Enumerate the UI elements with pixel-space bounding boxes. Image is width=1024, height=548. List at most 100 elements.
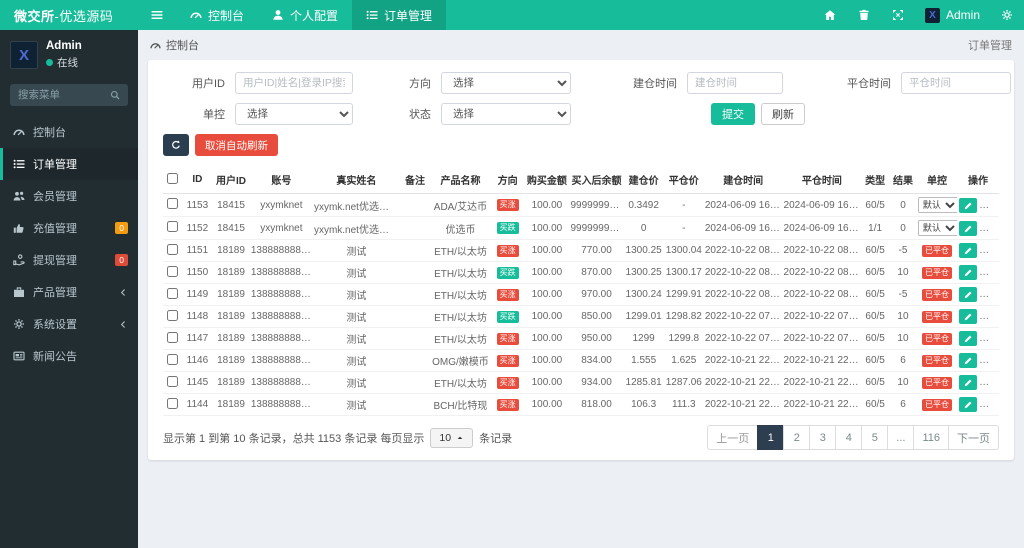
row-checkbox[interactable] <box>167 331 179 343</box>
user-menu[interactable]: X Admin <box>915 0 990 30</box>
edit-button[interactable] <box>959 265 978 280</box>
cell-close_price: 1298.82 <box>663 305 704 328</box>
cell-balance: 818.00 <box>569 393 624 416</box>
cell-result: 10 <box>889 261 917 284</box>
sidebar-item-withdraw[interactable]: 提现管理 0 <box>0 244 138 276</box>
edit-button[interactable] <box>959 220 978 236</box>
page-2[interactable]: 2 <box>783 425 811 450</box>
row-checkbox[interactable] <box>167 221 179 232</box>
clear-cache-button[interactable] <box>847 0 881 30</box>
direction-select[interactable]: 选择 <box>441 72 571 94</box>
status-badge: 已平仓 <box>922 310 952 323</box>
cell-account: yxymknet <box>249 216 313 240</box>
cell-amount: 100.00 <box>524 327 570 350</box>
brand-title[interactable]: 微交所-优选源码 <box>0 6 138 25</box>
cell-amount: 100.00 <box>524 305 570 328</box>
table-row: 1153 18415 yxymknet yxymk.net优选源码 ADA/艾达币 买涨 1… <box>163 193 999 217</box>
sidebar-toggle-button[interactable] <box>138 0 176 30</box>
cell-real_name: 测试 <box>312 283 400 306</box>
fullscreen-button[interactable] <box>881 0 915 30</box>
cell-id: 1153 <box>182 193 213 217</box>
submit-button[interactable]: 提交 <box>711 103 755 125</box>
col-open_time: 建仓时间 <box>703 166 783 194</box>
sidebar-item-orders[interactable]: 订单管理 <box>0 148 138 180</box>
select-all-checkbox[interactable] <box>167 172 179 184</box>
page-next[interactable]: 下一页 <box>948 425 999 450</box>
home-button[interactable] <box>813 0 847 30</box>
cell-actions <box>957 371 999 394</box>
menu-search-input[interactable] <box>18 89 110 101</box>
edit-button[interactable] <box>959 287 978 302</box>
table-row: 1151 18189 13888888888 测试 ETH/以太坊 买涨 100.00 770… <box>163 239 999 262</box>
cell-account: 13888888888 <box>249 283 313 306</box>
edit-button[interactable] <box>959 309 978 324</box>
topbar-menu-dashboard[interactable]: 控制台 <box>176 0 258 30</box>
page-4[interactable]: 4 <box>835 425 863 450</box>
sidebar-item-members[interactable]: 会员管理 <box>0 180 138 212</box>
cell-type: 60/5 <box>861 327 890 350</box>
open-time-input[interactable] <box>687 72 783 94</box>
orders-card: 用户ID 方向 选择 建仓时间 平仓时间 单控 选择 状态 <box>148 60 1014 460</box>
page-116[interactable]: 116 <box>913 425 949 450</box>
page-1[interactable]: 1 <box>757 425 785 450</box>
page-3[interactable]: 3 <box>809 425 837 450</box>
cell-control: 已平仓 <box>916 239 958 262</box>
row-checkbox[interactable] <box>167 287 179 299</box>
cell-actions <box>957 349 999 372</box>
page-prev[interactable]: 上一页 <box>707 425 759 450</box>
gauge-icon <box>190 9 202 21</box>
reload-table-button[interactable] <box>163 134 189 156</box>
topbar-menu-label: 个人配置 <box>290 8 339 23</box>
row-checkbox[interactable] <box>167 265 179 277</box>
status-select[interactable]: 选择 <box>441 103 571 125</box>
table-row: 1145 18189 13888888888 测试 ETH/以太坊 买涨 100.00 934… <box>163 371 999 394</box>
cell-amount: 100.00 <box>524 393 570 416</box>
sidebar-item-system[interactable]: 系统设置 <box>0 308 138 340</box>
close-time-input[interactable] <box>901 72 1011 94</box>
row-checkbox[interactable] <box>167 375 179 387</box>
edit-button[interactable] <box>959 375 978 390</box>
user-id-input[interactable] <box>235 72 353 94</box>
settings-button[interactable] <box>990 0 1024 30</box>
cell-type: 60/5 <box>861 239 890 262</box>
row-checkbox[interactable] <box>167 198 179 209</box>
row-control-select[interactable]: 默认 <box>917 220 958 236</box>
sidebar-item-dashboard[interactable]: 控制台 <box>0 116 138 148</box>
cancel-auto-refresh-button[interactable]: 取消自动刷新 <box>195 134 278 156</box>
cell-direction: 买涨 <box>490 393 525 416</box>
sidebar-item-products[interactable]: 产品管理 <box>0 276 138 308</box>
row-checkbox[interactable] <box>167 353 179 365</box>
cell-control: 默认 <box>916 216 958 240</box>
page-size-dropdown[interactable]: 10 <box>430 427 474 448</box>
cell-direction: 买涨 <box>490 239 525 262</box>
topbar-menu-profile[interactable]: 个人配置 <box>258 0 352 30</box>
cell-real_name: 测试 <box>312 305 400 328</box>
edit-button[interactable] <box>959 197 978 213</box>
cell-note <box>399 371 431 394</box>
sidebar-item-recharge[interactable]: 充值管理 0 <box>0 212 138 244</box>
edit-button[interactable] <box>959 353 978 368</box>
cell-balance: 834.00 <box>569 349 624 372</box>
control-select[interactable]: 选择 <box>235 103 353 125</box>
cell-open_price: 106.3 <box>623 393 664 416</box>
sidebar-item-label: 新闻公告 <box>33 351 77 363</box>
thumb-icon <box>13 222 25 234</box>
row-control-select[interactable]: 默认 <box>917 197 958 213</box>
row-checkbox[interactable] <box>167 243 179 255</box>
topbar-menu-orders[interactable]: 订单管理 <box>352 0 447 30</box>
sidebar-item-news[interactable]: 新闻公告 <box>0 340 138 372</box>
edit-button[interactable] <box>959 331 978 346</box>
page-ellipsis[interactable]: ... <box>887 425 915 450</box>
user-id-label: 用户ID <box>192 78 225 90</box>
cell-account: 13888888888 <box>249 327 313 350</box>
row-checkbox[interactable] <box>167 397 179 409</box>
pencil-icon <box>964 378 973 387</box>
edit-button[interactable] <box>959 397 978 412</box>
cell-amount: 100.00 <box>524 216 570 240</box>
page-5[interactable]: 5 <box>861 425 889 450</box>
refresh-button[interactable]: 刷新 <box>761 103 805 125</box>
edit-button[interactable] <box>959 243 978 258</box>
row-checkbox[interactable] <box>167 309 179 321</box>
cell-select <box>163 239 183 262</box>
badge-count: 0 <box>115 221 128 235</box>
